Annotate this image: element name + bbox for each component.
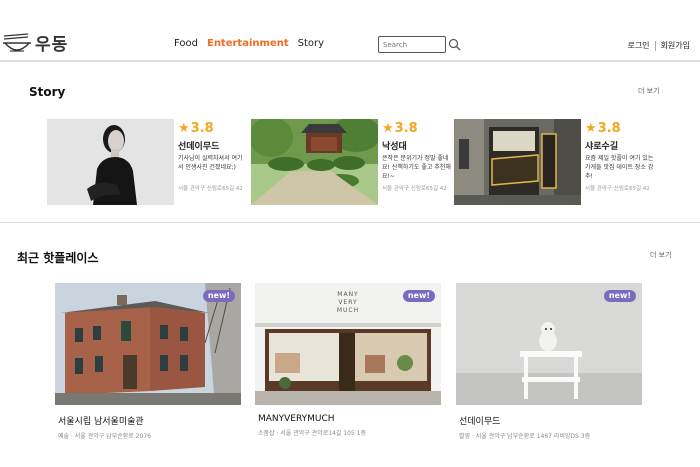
nav-food[interactable]: Food [174, 38, 198, 49]
story-more-link[interactable]: 더 보기 [638, 86, 660, 96]
new-badge: new! [202, 290, 235, 302]
bowl-icon [3, 32, 31, 52]
hot-place-name: 선데이무드 [459, 417, 501, 427]
star-icon: ★ [585, 120, 597, 136]
rating: ★ 3.8 [585, 119, 655, 137]
story-address: 서울 관악구 신림로65길 42 [382, 186, 447, 192]
story-name: 선데이무드 [178, 142, 220, 152]
login-link[interactable]: 로그인 [627, 40, 649, 51]
search-icon[interactable] [448, 38, 461, 51]
hot-place-image: new! MANY VERY MUCH [255, 283, 441, 405]
story-name: 낙성대 [382, 142, 407, 152]
hot-section-title: 최근 핫플레이스 [17, 251, 99, 265]
hot-place-name: MANYVERYMUCH [258, 414, 335, 424]
hot-more-link[interactable]: 더 보기 [650, 250, 672, 260]
header: 우동 Food Entertainment Story 로그인 회원가입 [0, 0, 700, 62]
signup-link[interactable]: 회원가입 [661, 40, 690, 51]
new-badge: new! [402, 290, 435, 302]
search-input[interactable] [378, 36, 446, 53]
search [378, 36, 461, 53]
nav-entertainment[interactable]: Entertainment [207, 38, 289, 49]
rating-value: 3.8 [190, 120, 214, 136]
rating-value: 3.8 [394, 120, 418, 136]
star-icon: ★ [178, 120, 190, 136]
hot-place-meta: 소품샵 · 서울 관악구 관악로14길 105 1층 [258, 430, 367, 437]
section-divider [0, 222, 700, 223]
logo[interactable]: 우동 [2, 30, 68, 55]
user-links: 로그인 회원가입 [627, 40, 690, 51]
hot-place-name: 서울시립 남서울미술관 [58, 417, 144, 427]
store-sign: MANY VERY MUCH [336, 291, 360, 314]
hot-place-card[interactable]: new! 선데이무드 촬영 · 서울 관악구 남부순환로 1467 라비앙DS … [456, 283, 642, 440]
hot-place-card[interactable]: new! MANY VERY MUCH MANYVERYMUCH 소품샵 · 서… [255, 283, 441, 437]
story-info: ★ 3.8 샤로수길 요즘 제일 핫플이 여기 있는 가게들 맛집 데이트 장소… [585, 119, 655, 193]
hot-place-meta: 촬영 · 서울 관악구 남부순환로 1467 라비앙DS 3층 [459, 433, 591, 440]
rating: ★ 3.8 [178, 119, 248, 137]
nav-story[interactable]: Story [298, 38, 324, 49]
story-image [251, 119, 378, 205]
rating: ★ 3.8 [382, 119, 452, 137]
story-info: ★ 3.8 선데이무드 기사님이 실력자셔서 여기서 인생사진 건졌네요:) 서… [178, 119, 248, 193]
story-info: ★ 3.8 낙성대 은작은 분위기가 정말 좋네요! 산책하기도 좋고 추천해요… [382, 119, 452, 193]
main-nav: Food Entertainment Story [174, 38, 324, 49]
story-description: 요즘 제일 핫플이 여기 있는 가게들 맛집 데이트 장소 강추! [585, 155, 654, 180]
new-badge: new! [603, 290, 636, 302]
divider [654, 40, 656, 51]
story-address: 서울 관악구 신림로65길 42 [178, 186, 243, 192]
story-description: 기사님이 실력자셔서 여기서 인생사진 건졌네요:) [178, 155, 243, 171]
star-icon: ★ [382, 120, 394, 136]
logo-text: 우동 [35, 35, 69, 55]
story-description: 은작은 분위기가 정말 좋네요! 산책하기도 좋고 추천해요!~ [382, 155, 451, 180]
story-address: 서울 관악구 신림로65길 42 [585, 186, 650, 192]
hot-place-image: new! [55, 283, 241, 405]
hot-place-meta: 예술 · 서울 관악구 남부순환로 2076 [58, 433, 151, 440]
hot-place-image: new! [456, 283, 642, 405]
story-name: 샤로수길 [585, 142, 619, 152]
story-section-title: Story [29, 85, 66, 99]
rating-value: 3.8 [597, 120, 621, 136]
story-image [454, 119, 581, 205]
story-image [47, 119, 174, 205]
hot-place-card[interactable]: new! 서울시립 남서울미술관 예술 · 서울 관악구 남부순환로 2076 [55, 283, 241, 440]
